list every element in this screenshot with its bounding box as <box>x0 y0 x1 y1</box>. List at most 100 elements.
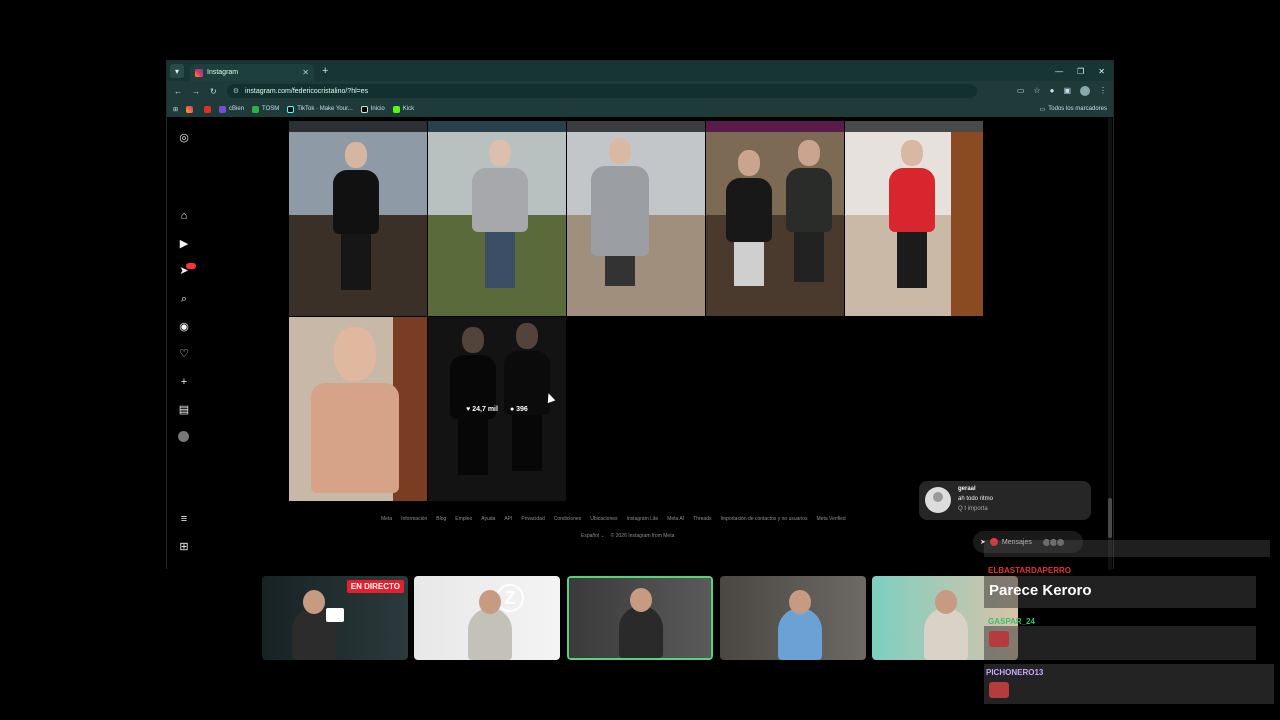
footer-link[interactable]: Instagram Lite <box>627 516 659 522</box>
scroll-thumb[interactable] <box>1108 498 1112 538</box>
search-icon[interactable]: ⌕ <box>178 293 190 305</box>
footer-language-row: Español ⌄ © 2026 Instagram from Meta <box>581 533 674 539</box>
chat-emote <box>989 682 1009 698</box>
footer-link[interactable]: Empleo <box>455 516 472 522</box>
apps-grid-icon[interactable]: ⊞ <box>173 106 178 113</box>
post-thumbnail[interactable] <box>289 121 427 132</box>
forward-icon[interactable]: → <box>192 87 200 96</box>
create-plus-icon[interactable]: + <box>178 376 190 388</box>
extension-icon[interactable]: ● <box>1050 86 1055 96</box>
install-app-icon[interactable]: ▭ <box>1017 86 1025 96</box>
notifications-heart-icon[interactable]: ♡ <box>178 348 190 360</box>
chat-username: ELBASTARDAPERRO <box>988 566 1071 575</box>
bookmark-kick[interactable]: Kick <box>392 105 414 113</box>
footer-link[interactable]: Información <box>401 516 427 522</box>
camera-feed[interactable] <box>720 576 866 660</box>
bookmark-cbien[interactable]: cBien <box>219 105 244 113</box>
language-select[interactable]: Español ⌄ <box>581 533 605 539</box>
footer-link[interactable]: Ayuda <box>481 516 495 522</box>
post-thumbnail[interactable]: ♥ 24,7 mil ● 396 <box>428 317 566 501</box>
instagram-favicon-icon <box>195 68 203 77</box>
camera-feed[interactable]: EN DIRECTO <box>262 576 408 660</box>
post-thumbnail[interactable] <box>706 132 844 316</box>
post-hover-overlay[interactable]: ♥ 24,7 mil ● 396 <box>428 317 566 501</box>
chat-row <box>984 626 1256 660</box>
camera-feed-selected[interactable] <box>567 576 713 660</box>
new-tab-button[interactable]: + <box>322 65 328 77</box>
site-info-icon[interactable]: ⚙ <box>233 87 239 95</box>
dm-notification-popup[interactable]: geraal ah todo ritmo Q t importa <box>919 481 1091 520</box>
bookmark-tiktok[interactable]: TikTok · Make Your... <box>287 105 353 113</box>
all-bookmarks[interactable]: ▭ Todos los marcadores <box>1040 106 1107 113</box>
explore-compass-icon[interactable]: ◉ <box>178 321 190 333</box>
bookmark-tosm[interactable]: TOSM <box>252 105 279 113</box>
bookmark-instagram[interactable] <box>186 105 196 113</box>
footer-link[interactable]: Condiciones <box>554 516 582 522</box>
close-tab-icon[interactable]: ✕ <box>302 68 309 77</box>
tab-bar: ▾ Instagram ✕ + — ❐ ✕ <box>167 61 1113 81</box>
post-thumbnail[interactable] <box>289 132 427 316</box>
tab-instagram[interactable]: Instagram ✕ <box>190 64 314 81</box>
also-from-meta-icon[interactable]: ⊞ <box>178 541 190 553</box>
bookmark-x[interactable]: Inicio <box>360 105 385 113</box>
address-bar[interactable]: ⚙ instagram.com/federicocristalino/?hl=e… <box>226 84 977 98</box>
footer-link[interactable]: Meta AI <box>667 516 684 522</box>
bookmark-youtube[interactable] <box>204 105 212 113</box>
bookmarks-bar: ⊞ cBien TOSM TikTok · Make Your... Inici… <box>167 101 1113 117</box>
footer-link[interactable]: Meta <box>381 516 392 522</box>
chat-username: PICHONERO13 <box>986 668 1044 677</box>
more-menu-icon[interactable]: ≡ <box>178 513 190 525</box>
tab-search-button[interactable]: ▾ <box>170 64 184 78</box>
bookmark-star-icon[interactable]: ☆ <box>1033 86 1040 96</box>
post-thumbnail[interactable] <box>567 132 705 316</box>
restore-icon[interactable]: ❐ <box>1077 67 1084 76</box>
instagram-logo-icon[interactable]: ◎ <box>178 132 190 144</box>
footer-link[interactable]: API <box>504 516 512 522</box>
avatar <box>925 487 951 513</box>
profile-avatar[interactable] <box>178 431 189 442</box>
dm-sender-name: geraal <box>958 486 976 492</box>
post-thumbnail[interactable] <box>428 132 566 316</box>
footer-link[interactable]: Meta Verified <box>817 516 846 522</box>
heart-icon: ♥ <box>466 405 471 413</box>
footer-link[interactable]: Importación de contactos y no usuarios <box>721 516 808 522</box>
extensions-puzzle-icon[interactable]: ▣ <box>1063 86 1071 96</box>
post-thumbnail[interactable] <box>845 121 983 132</box>
home-icon[interactable]: ⌂ <box>178 210 190 222</box>
back-icon[interactable]: ← <box>174 87 182 96</box>
profile-avatar[interactable] <box>1080 86 1090 96</box>
reels-icon[interactable]: ▶ <box>178 238 190 250</box>
likes-count: ♥ 24,7 mil <box>466 405 498 413</box>
footer-link[interactable]: Privacidad <box>521 516 544 522</box>
chat-username: GASPAR_24 <box>988 617 1035 626</box>
post-thumbnail[interactable] <box>428 121 566 132</box>
browser-menu-icon[interactable]: ⋮ <box>1099 86 1107 96</box>
footer-links: Meta Información Blog Empleo Ayuda API P… <box>381 516 846 522</box>
browser-toolbar: ← → ↻ ⚙ instagram.com/federicocristalino… <box>167 81 1113 101</box>
chat-emote <box>989 631 1009 647</box>
post-thumbnail[interactable] <box>567 121 705 132</box>
post-thumbnail[interactable] <box>706 121 844 132</box>
tab-title: Instagram <box>207 69 239 76</box>
comments-count: ● 396 <box>509 405 528 413</box>
instagram-sidebar: ◎ ⌂ ▶ ➤ ⌕ ◉ ♡ + ▤ ≡ ⊞ <box>167 118 201 570</box>
footer-link[interactable]: Ubicaciones <box>590 516 617 522</box>
comment-icon: ● <box>509 405 515 413</box>
camera-feed[interactable]: Z <box>414 576 560 660</box>
page-scrollbar[interactable] <box>1108 118 1112 570</box>
copyright: © 2026 Instagram from Meta <box>610 533 675 539</box>
dashboard-icon[interactable]: ▤ <box>178 404 190 416</box>
post-thumbnail[interactable] <box>289 317 427 501</box>
reload-icon[interactable]: ↻ <box>210 87 217 96</box>
url-text: instagram.com/federicocristalino/?hl=es <box>244 87 369 95</box>
minimize-icon[interactable]: — <box>1055 67 1063 76</box>
footer-link[interactable]: Blog <box>436 516 446 522</box>
dm-reply-preview: Q t importa <box>958 506 988 512</box>
footer-link[interactable]: Threads <box>693 516 711 522</box>
chat-row <box>984 540 1270 557</box>
instagram-page: ◎ ⌂ ▶ ➤ ⌕ ◉ ♡ + ▤ ≡ ⊞ ♥ 24,7 mil ● 396 M… <box>167 118 1113 570</box>
post-thumbnail[interactable] <box>845 132 983 316</box>
live-badge: EN DIRECTO <box>346 580 404 593</box>
close-window-icon[interactable]: ✕ <box>1098 67 1105 76</box>
dm-message: ah todo ritmo <box>958 496 994 502</box>
